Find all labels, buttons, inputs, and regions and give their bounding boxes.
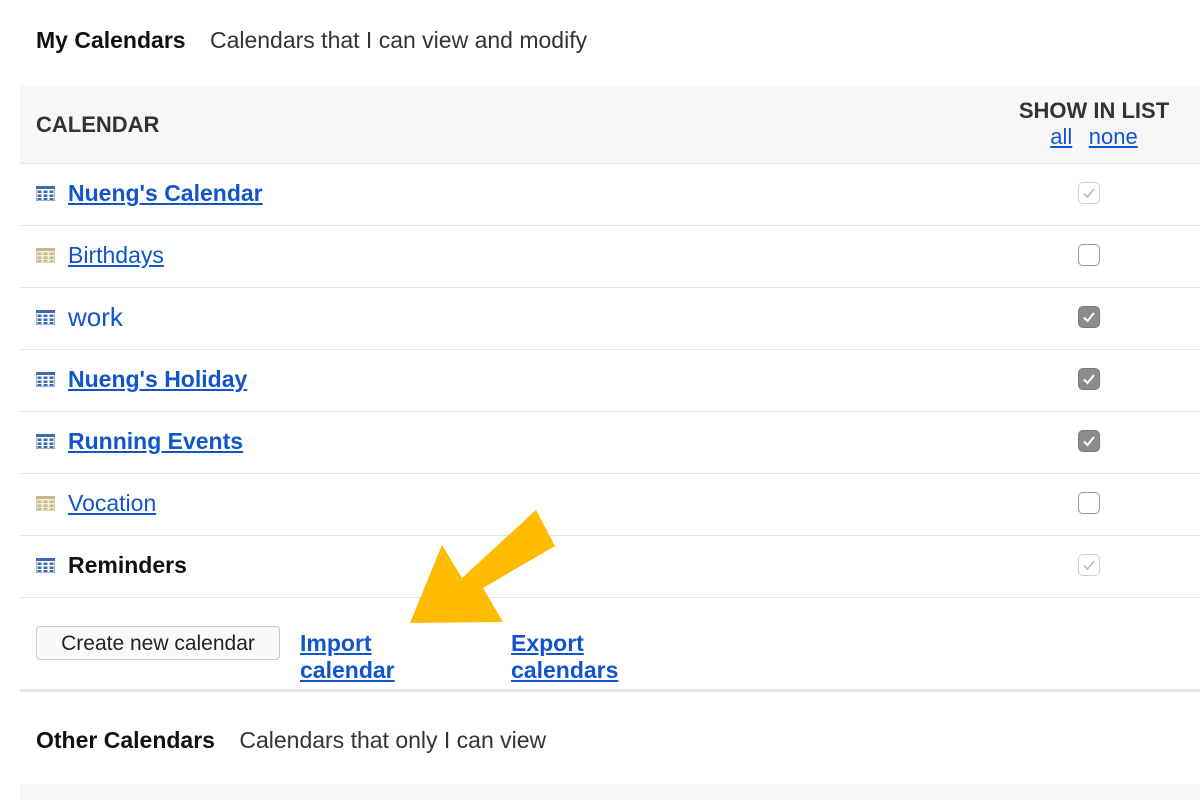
calendar-row: Vocation <box>20 474 1200 536</box>
check-icon <box>1083 374 1095 385</box>
section-description: Calendars that only I can view <box>239 727 547 753</box>
show-in-list-checkbox[interactable] <box>1078 182 1100 204</box>
calendar-link-nuengs-calendar[interactable]: Nueng's Calendar <box>68 180 263 207</box>
check-icon <box>1083 312 1095 323</box>
show-in-list-checkbox[interactable] <box>1078 244 1100 266</box>
import-calendar-link[interactable]: Import calendar <box>300 630 395 684</box>
section-title: Other Calendars <box>36 727 215 753</box>
calendar-grid-icon <box>36 248 55 263</box>
my-calendars-table: CALENDAR SHOW IN LIST all none Nueng's C… <box>20 86 1200 598</box>
calendar-grid-icon <box>36 310 55 325</box>
select-none-link[interactable]: none <box>1089 124 1138 149</box>
calendar-link-nuengs-holiday[interactable]: Nueng's Holiday <box>68 366 247 393</box>
calendar-name-reminders: Reminders <box>68 552 187 578</box>
calendar-row: Nueng's Calendar <box>20 164 1200 226</box>
calendar-grid-icon <box>36 372 55 387</box>
show-in-list-checkbox[interactable] <box>1078 306 1100 328</box>
calendar-link-work[interactable]: work <box>68 302 123 333</box>
calendar-row: Nueng's Holiday <box>20 350 1200 412</box>
other-calendars-header: Other Calendars Calendars that only I ca… <box>36 727 546 754</box>
show-in-list-checkbox[interactable] <box>1078 492 1100 514</box>
check-icon <box>1083 560 1095 571</box>
calendar-grid-icon <box>36 434 55 449</box>
calendar-link-running-events[interactable]: Running Events <box>68 428 243 455</box>
annotation-arrow-icon <box>410 510 555 623</box>
select-all-link[interactable]: all <box>1050 124 1072 149</box>
show-in-list-checkbox[interactable] <box>1078 430 1100 452</box>
other-calendars-table-header <box>20 784 1200 800</box>
calendar-grid-icon <box>36 558 55 573</box>
calendar-link-birthdays[interactable]: Birthdays <box>68 242 164 269</box>
show-in-list-checkbox[interactable] <box>1078 368 1100 390</box>
calendar-link-vocation[interactable]: Vocation <box>68 490 156 517</box>
calendar-column-header: CALENDAR <box>36 112 160 137</box>
section-description: Calendars that I can view and modify <box>209 27 588 53</box>
calendar-row: Birthdays <box>20 226 1200 288</box>
calendar-row: work <box>20 288 1200 350</box>
section-title: My Calendars <box>36 27 186 53</box>
calendar-grid-icon <box>36 496 55 511</box>
show-in-list-checkbox[interactable] <box>1078 554 1100 576</box>
calendar-row: Running Events <box>20 412 1200 474</box>
create-new-calendar-button[interactable]: Create new calendar <box>36 626 280 660</box>
section-divider <box>20 689 1200 692</box>
export-calendars-link[interactable]: Export calendars <box>511 630 618 684</box>
check-icon <box>1083 188 1095 199</box>
my-calendars-header: My Calendars Calendars that I can view a… <box>36 27 587 54</box>
show-in-list-column-header: SHOW IN LIST all none <box>1014 98 1174 150</box>
show-in-list-label: SHOW IN LIST <box>1018 98 1170 123</box>
calendar-row: Reminders <box>20 536 1200 598</box>
table-header: CALENDAR SHOW IN LIST all none <box>20 86 1200 164</box>
calendar-grid-icon <box>36 186 55 201</box>
check-icon <box>1083 436 1095 447</box>
